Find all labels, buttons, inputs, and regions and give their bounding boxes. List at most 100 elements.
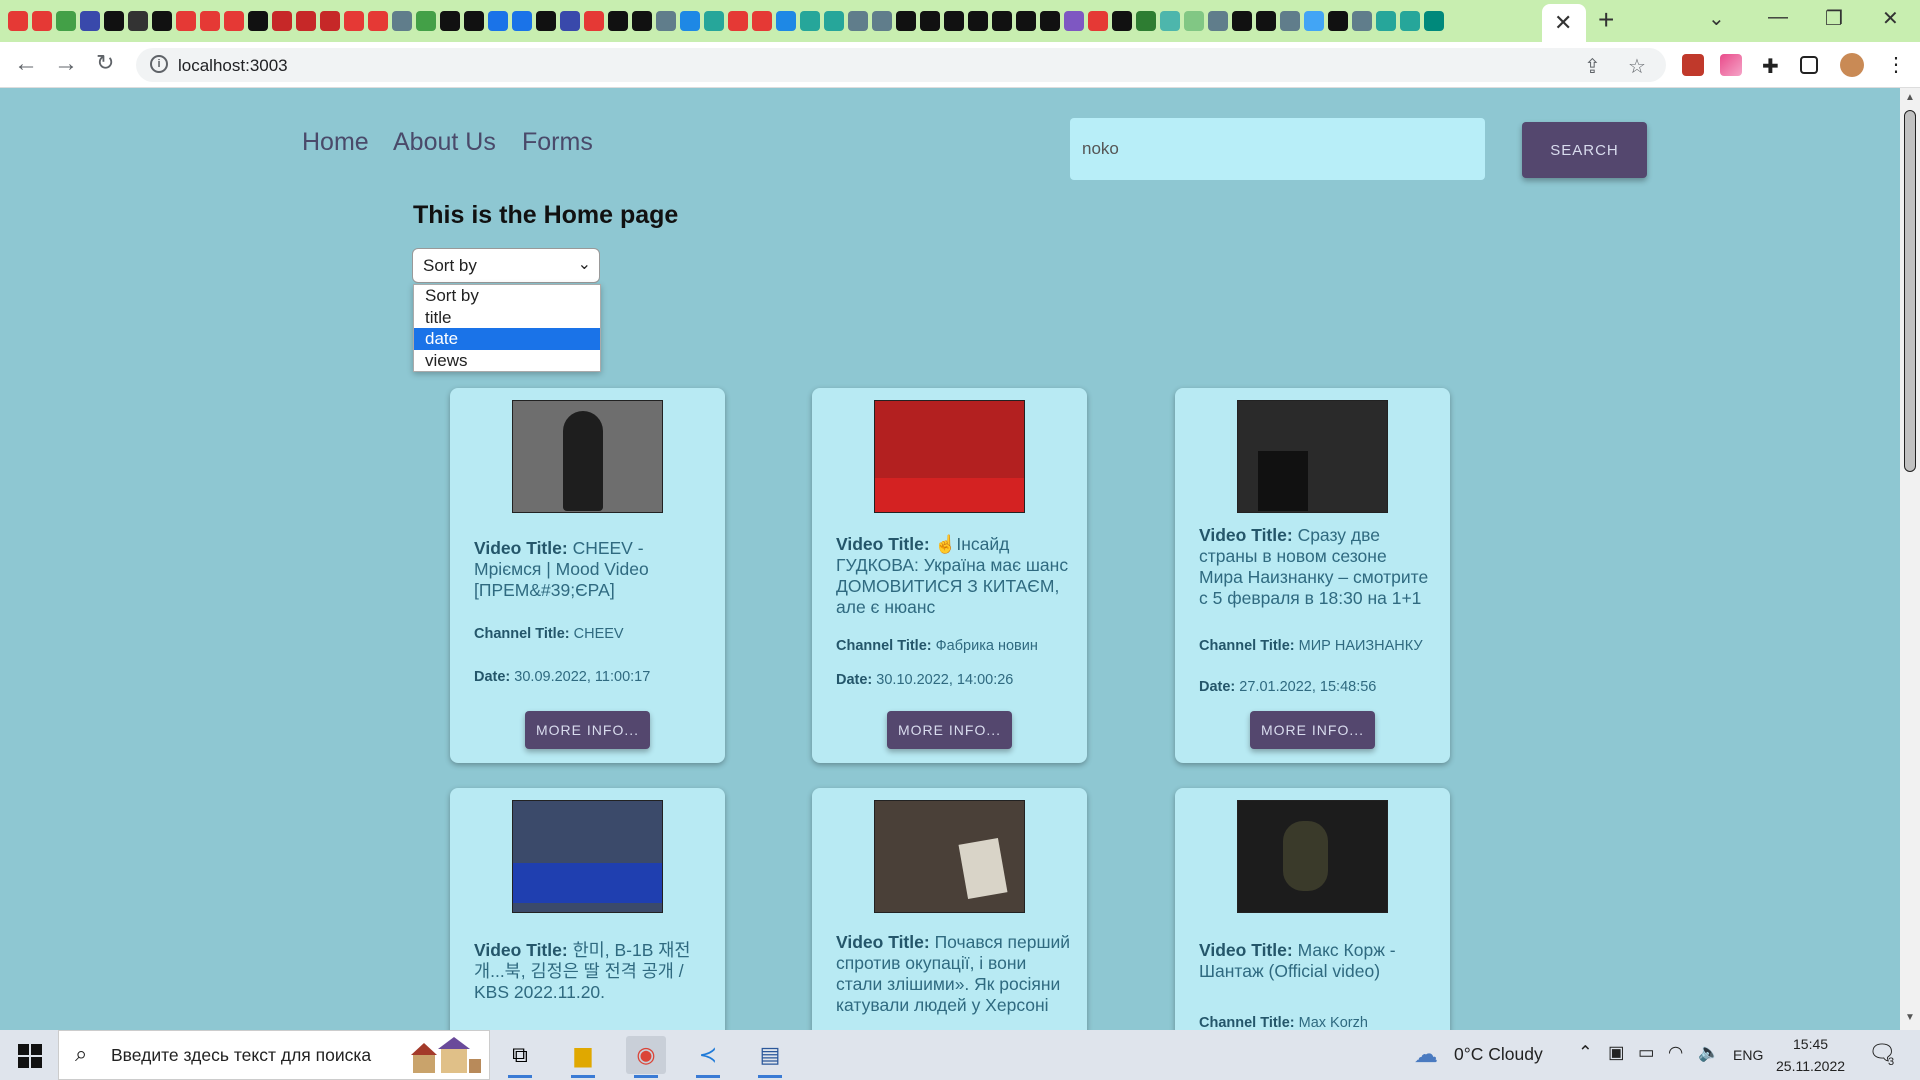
new-tab-button[interactable]: + — [1598, 4, 1614, 36]
tab-favicon-icon[interactable] — [1088, 11, 1108, 31]
side-panel-icon[interactable] — [1800, 56, 1818, 74]
tab-favicon-icon[interactable] — [1424, 11, 1444, 31]
site-info-icon[interactable]: i — [150, 55, 168, 73]
extension-icon[interactable] — [1720, 54, 1742, 76]
tab-favicon-icon[interactable] — [1304, 11, 1324, 31]
tab-favicon-icon[interactable] — [1400, 11, 1420, 31]
tab-favicon-icon[interactable] — [464, 11, 484, 31]
tab-favicon-icon[interactable] — [152, 11, 172, 31]
tab-favicon-icon[interactable] — [1136, 11, 1156, 31]
video-thumbnail[interactable] — [874, 800, 1025, 913]
close-window-button[interactable]: ✕ — [1882, 6, 1899, 31]
sort-option-title[interactable]: title — [414, 307, 600, 329]
tab-favicon-icon[interactable] — [32, 11, 52, 31]
tab-favicon-icon[interactable] — [200, 11, 220, 31]
search-input[interactable] — [1070, 118, 1485, 180]
sort-select[interactable]: Sort by ⌄ — [412, 248, 600, 283]
tab-favicon-icon[interactable] — [992, 11, 1012, 31]
tab-favicon-icon[interactable] — [968, 11, 988, 31]
tab-favicon-icon[interactable] — [1040, 11, 1060, 31]
tab-favicon-icon[interactable] — [848, 11, 868, 31]
tab-favicon-icon[interactable] — [272, 11, 292, 31]
tab-favicon-icon[interactable] — [1352, 11, 1372, 31]
scroll-up-icon[interactable]: ▲ — [1905, 92, 1915, 103]
address-bar[interactable]: i localhost:3003 ⇪ ☆ — [136, 48, 1666, 82]
tab-favicon-icon[interactable] — [344, 11, 364, 31]
kebab-menu-icon[interactable]: ⋮ — [1886, 52, 1906, 77]
tab-favicon-icon[interactable] — [56, 11, 76, 31]
tab-favicon-icon[interactable] — [1016, 11, 1036, 31]
task-view-icon[interactable]: ⧉ — [500, 1036, 540, 1078]
tab-favicon-icon[interactable] — [608, 11, 628, 31]
tab-favicon-icon[interactable] — [824, 11, 844, 31]
tab-favicon-icon[interactable] — [1256, 11, 1276, 31]
tab-favicon-icon[interactable] — [536, 11, 556, 31]
video-thumbnail[interactable] — [874, 400, 1025, 513]
tab-favicon-icon[interactable] — [560, 11, 580, 31]
tab-favicon-icon[interactable] — [512, 11, 532, 31]
volume-icon[interactable]: 🔈 — [1698, 1042, 1720, 1063]
sort-option-sort-by[interactable]: Sort by — [414, 285, 600, 307]
tab-favicon-icon[interactable] — [944, 11, 964, 31]
clock-time[interactable]: 15:45 — [1793, 1036, 1828, 1052]
tab-favicon-icon[interactable] — [920, 11, 940, 31]
nav-link-home[interactable]: Home — [302, 128, 369, 157]
tab-favicon-icon[interactable] — [392, 11, 412, 31]
tab-favicon-icon[interactable] — [800, 11, 820, 31]
tab-favicon-icon[interactable] — [872, 11, 892, 31]
video-thumbnail[interactable] — [512, 400, 663, 513]
tab-favicon-icon[interactable] — [1328, 11, 1348, 31]
windows-start-icon[interactable] — [18, 1044, 42, 1068]
tab-favicon-icon[interactable] — [1280, 11, 1300, 31]
tab-favicon-icon[interactable] — [680, 11, 700, 31]
more-info-button[interactable]: MORE INFO... — [887, 711, 1012, 749]
tab-favicon-icon[interactable] — [176, 11, 196, 31]
vscode-icon[interactable]: ≺ — [688, 1036, 728, 1078]
document-icon[interactable]: ▤ — [750, 1036, 790, 1078]
tab-favicon-icon[interactable] — [8, 11, 28, 31]
tab-favicon-icon[interactable] — [440, 11, 460, 31]
active-tab[interactable]: ✕ — [1542, 4, 1586, 42]
tab-favicon-icon[interactable] — [728, 11, 748, 31]
tab-favicon-icon[interactable] — [1232, 11, 1252, 31]
tab-favicon-icon[interactable] — [368, 11, 388, 31]
wifi-icon[interactable]: ◠ — [1668, 1042, 1683, 1063]
language-indicator[interactable]: ENG — [1733, 1047, 1763, 1063]
tab-favicon-icon[interactable] — [416, 11, 436, 31]
battery-icon[interactable]: ▭ — [1638, 1042, 1655, 1063]
notifications-count[interactable]: 3 — [1888, 1056, 1894, 1068]
tab-favicon-icon[interactable] — [752, 11, 772, 31]
clock-date[interactable]: 25.11.2022 — [1776, 1058, 1845, 1074]
tab-favicon-icon[interactable] — [1184, 11, 1204, 31]
share-icon[interactable]: ⇪ — [1584, 54, 1601, 79]
close-tab-icon[interactable]: ✕ — [1554, 10, 1572, 36]
page-scrollbar[interactable]: ▲ ▼ — [1900, 88, 1920, 1030]
search-button[interactable]: SEARCH — [1522, 122, 1647, 178]
weather-text[interactable]: 0°C Cloudy — [1454, 1044, 1543, 1065]
tab-favicon-icon[interactable] — [296, 11, 316, 31]
pinned-tab-favicons[interactable] — [8, 9, 1538, 33]
minimize-window-button[interactable]: — — [1768, 6, 1788, 29]
show-hidden-icons-icon[interactable]: ⌃ — [1578, 1042, 1593, 1063]
chrome-icon[interactable]: ◉ — [626, 1036, 666, 1078]
tab-search-icon[interactable]: ⌄ — [1708, 6, 1725, 31]
reload-icon[interactable]: ↻ — [96, 50, 114, 76]
sort-option-views[interactable]: views — [414, 350, 600, 372]
tab-favicon-icon[interactable] — [1160, 11, 1180, 31]
more-info-button[interactable]: MORE INFO... — [525, 711, 650, 749]
cloud-icon[interactable]: ☁ — [1414, 1040, 1438, 1069]
tab-favicon-icon[interactable] — [632, 11, 652, 31]
video-thumbnail[interactable] — [1237, 400, 1388, 513]
back-arrow-icon[interactable]: ← — [14, 50, 38, 78]
nav-link-about-us[interactable]: About Us — [393, 128, 496, 157]
tab-favicon-icon[interactable] — [1112, 11, 1132, 31]
video-thumbnail[interactable] — [512, 800, 663, 913]
tab-favicon-icon[interactable] — [488, 11, 508, 31]
more-info-button[interactable]: MORE INFO... — [1250, 711, 1375, 749]
taskbar-search-box[interactable]: ⌕ Введите здесь текст для поиска — [58, 1030, 490, 1080]
tab-favicon-icon[interactable] — [776, 11, 796, 31]
restore-window-button[interactable]: ❐ — [1825, 6, 1843, 31]
tab-favicon-icon[interactable] — [128, 11, 148, 31]
tab-favicon-icon[interactable] — [584, 11, 604, 31]
tab-favicon-icon[interactable] — [320, 11, 340, 31]
